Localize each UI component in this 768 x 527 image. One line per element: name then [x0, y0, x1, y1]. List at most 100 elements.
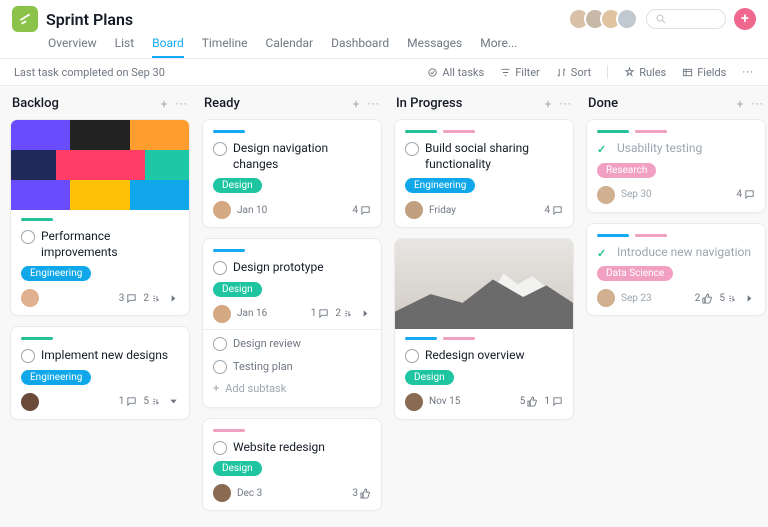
task-card[interactable]: Performance improvements Engineering 3 2 [10, 119, 190, 316]
chevron-right-icon[interactable] [744, 293, 755, 304]
fields-button[interactable]: Fields [682, 66, 726, 79]
tag-pill[interactable]: Engineering [405, 178, 475, 193]
card-cover-image [395, 239, 573, 329]
add-card-button[interactable]: + [545, 97, 552, 111]
tab-board[interactable]: Board [152, 36, 184, 58]
chevron-right-icon[interactable] [168, 293, 179, 304]
add-button[interactable]: + [734, 8, 756, 30]
comment-count[interactable]: 4 [736, 189, 755, 200]
complete-toggle[interactable] [597, 142, 611, 156]
due-date[interactable]: Jan 10 [237, 205, 267, 216]
assignee-avatar[interactable] [405, 393, 423, 411]
column-title: Ready [204, 96, 353, 111]
assignee-avatar[interactable] [405, 201, 423, 219]
more-menu[interactable]: ··· [742, 66, 754, 79]
tab-list[interactable]: List [115, 36, 135, 58]
column-menu[interactable]: ··· [176, 97, 188, 111]
tag-pill[interactable]: Data Science [597, 266, 673, 281]
tag-pill[interactable]: Design [405, 370, 454, 385]
add-card-button[interactable]: + [353, 97, 360, 111]
subtask-count[interactable]: 2 [335, 308, 354, 319]
subtask-count[interactable]: 5 [719, 293, 738, 304]
column-done: Done +··· Usability testing Research Sep… [586, 92, 766, 521]
comment-count[interactable]: 1 [311, 308, 330, 319]
task-card[interactable]: Redesign overview Design Nov 15 5 1 [394, 238, 574, 420]
column-in-progress: In Progress +··· Build social sharing fu… [394, 92, 574, 521]
assignee-avatar[interactable] [597, 186, 615, 204]
subtask-item[interactable]: Testing plan [213, 355, 371, 378]
assignee-avatar[interactable] [213, 484, 231, 502]
column-menu[interactable]: ··· [368, 97, 380, 111]
tab-dashboard[interactable]: Dashboard [331, 36, 389, 58]
due-date[interactable]: Jan 16 [237, 308, 267, 319]
subtask-count[interactable]: 2 [143, 293, 162, 304]
tab-messages[interactable]: Messages [407, 36, 462, 58]
assignee-avatar[interactable] [597, 289, 615, 307]
tag-pill[interactable]: Engineering [21, 266, 91, 281]
comment-count[interactable]: 4 [352, 205, 371, 216]
complete-toggle[interactable] [213, 441, 227, 455]
assignee-avatar[interactable] [21, 289, 39, 307]
subtask-count[interactable]: 5 [143, 396, 162, 407]
assignee-avatar[interactable] [21, 393, 39, 411]
complete-toggle[interactable] [405, 349, 419, 363]
tab-overview[interactable]: Overview [48, 36, 97, 58]
due-date[interactable]: Dec 3 [237, 488, 262, 499]
sort-button[interactable]: Sort [556, 66, 591, 79]
due-date[interactable]: Sep 30 [621, 189, 652, 200]
complete-toggle[interactable] [213, 142, 227, 156]
comment-count[interactable]: 1 [119, 396, 138, 407]
complete-toggle[interactable] [405, 142, 419, 156]
project-icon[interactable] [12, 6, 38, 32]
task-card[interactable]: Design navigation changes Design Jan 10 … [202, 119, 382, 228]
like-count[interactable]: 5 [520, 396, 539, 407]
column-menu[interactable]: ··· [752, 97, 764, 111]
chevron-right-icon[interactable] [360, 308, 371, 319]
like-count[interactable]: 2 [695, 293, 714, 304]
assignee-avatar[interactable] [213, 305, 231, 323]
task-card[interactable]: Usability testing Research Sep 30 4 [586, 119, 766, 213]
column-ready: Ready + ··· Design navigation changes Des… [202, 92, 382, 521]
complete-toggle[interactable] [21, 349, 35, 363]
task-card[interactable]: Website redesign Design Dec 3 3 [202, 418, 382, 512]
task-card[interactable]: Implement new designs Engineering 1 5 [10, 326, 190, 420]
card-cover-image [11, 120, 189, 210]
tab-more[interactable]: More... [480, 36, 517, 58]
complete-toggle[interactable] [597, 246, 611, 260]
add-card-button[interactable]: + [737, 97, 744, 111]
tab-calendar[interactable]: Calendar [266, 36, 314, 58]
due-date[interactable]: Friday [429, 205, 456, 216]
chevron-down-icon[interactable] [168, 396, 179, 407]
subtask-item[interactable]: Design review [213, 332, 371, 355]
tag-pill[interactable]: Design [213, 461, 262, 476]
comment-count[interactable]: 4 [544, 205, 563, 216]
avatar[interactable] [616, 8, 638, 30]
rules-button[interactable]: Rules [624, 66, 666, 79]
add-card-button[interactable]: + [161, 97, 168, 111]
comment-count[interactable]: 1 [544, 396, 563, 407]
project-tabs: Overview List Board Timeline Calendar Da… [0, 32, 768, 58]
tag-pill[interactable]: Design [213, 282, 262, 297]
like-count[interactable]: 3 [352, 488, 371, 499]
tag-pill[interactable]: Engineering [21, 370, 91, 385]
all-tasks-button[interactable]: All tasks [427, 66, 484, 79]
task-card[interactable]: Introduce new navigation Data Science Se… [586, 223, 766, 317]
complete-toggle[interactable] [21, 230, 35, 244]
complete-toggle[interactable] [213, 261, 227, 275]
due-date[interactable]: Sep 23 [621, 293, 652, 304]
tab-timeline[interactable]: Timeline [202, 36, 248, 58]
task-card[interactable]: Build social sharing functionality Engin… [394, 119, 574, 228]
column-menu[interactable]: ··· [560, 97, 572, 111]
divider [607, 65, 608, 79]
tag-pill[interactable]: Research [597, 163, 656, 178]
search-input[interactable] [646, 9, 726, 29]
tag-pill[interactable]: Design [213, 178, 262, 193]
due-date[interactable]: Nov 15 [429, 396, 460, 407]
add-subtask-button[interactable]: +Add subtask [213, 378, 371, 399]
assignee-avatar[interactable] [213, 201, 231, 219]
member-avatars[interactable] [574, 8, 638, 30]
column-backlog: Backlog +··· Performance improvements En… [10, 92, 190, 521]
filter-button[interactable]: Filter [500, 66, 540, 79]
comment-count[interactable]: 3 [119, 293, 138, 304]
task-card[interactable]: Design prototype Design Jan 16 1 2 Desig… [202, 238, 382, 408]
